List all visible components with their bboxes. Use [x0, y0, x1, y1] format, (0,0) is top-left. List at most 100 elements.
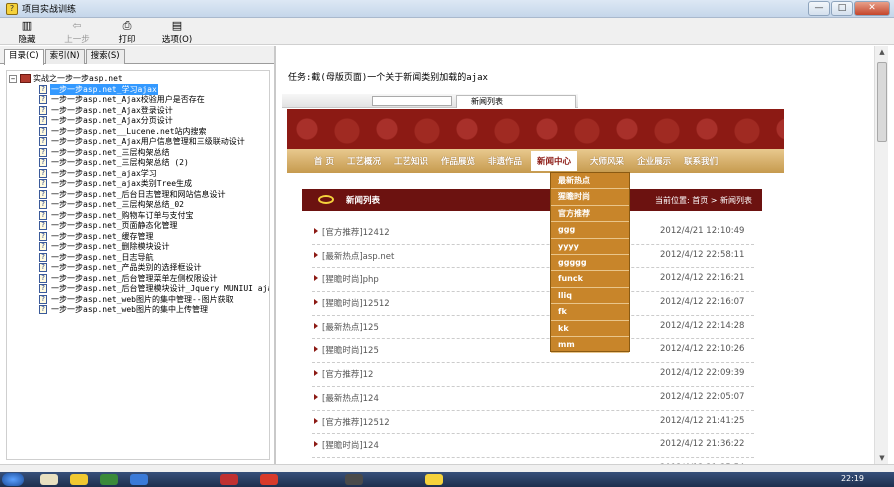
news-row[interactable]: [猩瞻时尚]124 2012/4/12 21:36:22 — [312, 434, 754, 458]
horizontal-scrollbar[interactable] — [0, 464, 894, 472]
news-row[interactable]: [最新热点]asp.net 2012/4/12 22:58:11 — [312, 245, 754, 269]
news-title[interactable]: [猩瞻时尚]124 — [322, 439, 379, 451]
tree-item[interactable]: ? 一步一步asp.net_Ajax分页设计 — [7, 116, 269, 127]
print-button[interactable]: ⎙ 打印 — [110, 18, 144, 46]
dropdown-item[interactable]: ggggg — [551, 255, 629, 272]
news-title[interactable]: [最新热点]124 — [322, 392, 379, 404]
tree-item[interactable]: ? 一步一步asp.net_Ajax登录设计 — [7, 105, 269, 116]
close-button[interactable]: ✕ — [854, 1, 890, 16]
dropdown-item[interactable]: kk — [551, 321, 629, 337]
nav-item[interactable]: 大师风采 — [590, 155, 624, 167]
vertical-scrollbar[interactable]: ▲ ▼ — [874, 46, 888, 464]
news-title[interactable]: [猩瞻时尚]12512 — [322, 297, 390, 309]
tree-item[interactable]: ? 一步一步asp.net_三层构架总结_02 — [7, 200, 269, 211]
taskbar-app-icon[interactable] — [70, 474, 88, 485]
collapse-icon[interactable]: − — [9, 74, 17, 83]
nav-item[interactable]: 工艺概况 — [347, 155, 381, 167]
taskbar-app-icon[interactable] — [100, 474, 118, 485]
help-topic-icon: ? — [39, 105, 47, 115]
nav-item[interactable]: 非遗作品 — [488, 155, 522, 167]
tree-item[interactable]: ? 一步一步asp.net_ajax学习 — [7, 168, 269, 179]
hide-button[interactable]: ▥ 隐藏 — [10, 18, 44, 46]
help-topic-icon: ? — [39, 294, 47, 304]
dropdown-item[interactable]: 最新热点 — [551, 173, 629, 190]
taskbar-app-icon[interactable] — [40, 474, 58, 485]
dropdown-item[interactable]: funck — [551, 271, 629, 288]
address-bar[interactable] — [372, 96, 452, 106]
taskbar-app-icon[interactable] — [425, 474, 443, 485]
tree-item[interactable]: ? 一步一步asp.net_三层构架总结 — [7, 147, 269, 158]
dropdown-item[interactable]: fk — [551, 304, 629, 321]
news-row[interactable]: [最新热点]125 2012/4/12 22:14:28 — [312, 316, 754, 340]
news-title[interactable]: [最新热点]asp.net — [322, 250, 394, 262]
start-button[interactable] — [2, 473, 24, 486]
maximize-button[interactable]: □ — [831, 1, 853, 16]
tree-item[interactable]: ? 一步一步asp.net_后台管理模块设计_Jquery MUNIUI ajax… — [7, 284, 269, 295]
taskbar-app-icon[interactable] — [130, 474, 148, 485]
bullet-arrow-icon — [314, 251, 318, 258]
tree-item[interactable]: ? 一步一步asp.net_ajax类别Tree生成 — [7, 179, 269, 190]
nav-item[interactable]: 工艺知识 — [394, 155, 428, 167]
scroll-down-icon[interactable]: ▼ — [875, 452, 889, 464]
tree-item-label: 一步一步asp.net_Ajax校验用户是否存在 — [51, 95, 205, 105]
news-title[interactable]: [官方推荐]12412 — [322, 226, 390, 238]
tree-item[interactable]: ? 一步一步asp.net_后台管理菜单左侧权限设计 — [7, 273, 269, 284]
tree-item[interactable]: ? 一步一步asp.net_三层构架总结 (2) — [7, 158, 269, 169]
minimize-button[interactable]: — — [808, 1, 830, 16]
taskbar-app-icon[interactable] — [220, 474, 238, 485]
taskbar-app-icon[interactable] — [345, 474, 363, 485]
scroll-thumb[interactable] — [877, 62, 887, 142]
news-row[interactable]: [猩瞻时尚]php 2012/4/12 22:16:21 — [312, 268, 754, 293]
tree-item[interactable]: ? 一步一步asp.net_日志导航 — [7, 252, 269, 263]
tab-search[interactable]: 搜索(S) — [85, 49, 125, 64]
news-row[interactable]: [猩瞻时尚]125 2012/4/12 22:10:26 — [312, 339, 754, 364]
tree-item[interactable]: ? 一步一步asp.net_后台日志管理和网站信息设计 — [7, 189, 269, 200]
nav-item[interactable]: 新闻中心 — [531, 151, 578, 171]
tree-item-label: 一步一步asp.net_产品类别的选择框设计 — [51, 263, 202, 273]
scroll-up-icon[interactable]: ▲ — [875, 46, 889, 58]
nav-item[interactable]: 作品展览 — [441, 155, 475, 167]
options-button[interactable]: ▤ 选项(O) — [160, 18, 194, 46]
tree-item[interactable]: ? 一步一步asp.net_web图片的集中上传管理 — [7, 305, 269, 316]
tree-item[interactable]: ? 一步一步asp.net_购物车订单与支付宝 — [7, 210, 269, 221]
tree-item[interactable]: ? 一步一步asp.net_学习ajax — [7, 83, 269, 95]
news-row[interactable]: [官方推荐]12 2012/4/12 22:09:39 — [312, 363, 754, 387]
news-row[interactable]: [猩瞻时尚]12512 2012/4/12 22:16:07 — [312, 292, 754, 316]
tab-contents[interactable]: 目录(C) — [4, 49, 44, 65]
dropdown-item[interactable]: 官方推荐 — [551, 206, 629, 223]
nav-item[interactable]: 企业展示 — [637, 155, 671, 167]
nav-item[interactable]: 首 页 — [314, 155, 334, 167]
tree-item[interactable]: ? 一步一步asp.net_页面静态化管理 — [7, 221, 269, 232]
news-title[interactable]: [最新热点]125 — [322, 321, 379, 333]
dropdown-item[interactable]: 猩瞻时尚 — [551, 189, 629, 206]
news-title[interactable]: [官方推荐]12 — [322, 368, 373, 380]
dropdown-item[interactable]: mm — [551, 337, 629, 354]
help-topic-icon: ? — [39, 252, 47, 262]
contents-tree: − 实战之一步一步asp.net ? 一步一步asp.net_学习ajax? 一步一… — [6, 70, 270, 460]
news-row[interactable]: [官方推荐]12512 2012/4/12 21:41:25 — [312, 411, 754, 435]
tree-item[interactable]: ? 一步一步asp.net_产品类别的选择框设计 — [7, 263, 269, 274]
tab-index[interactable]: 索引(N) — [44, 49, 85, 64]
nav-item[interactable]: 联系我们 — [684, 155, 718, 167]
dropdown-item[interactable]: ggg — [551, 222, 629, 239]
tree-item[interactable]: ? 一步一步asp.net_Ajax校验用户是否存在 — [7, 95, 269, 106]
taskbar-app-icon[interactable] — [260, 474, 278, 485]
tree-root[interactable]: − 实战之一步一步asp.net — [7, 73, 269, 84]
dropdown-item[interactable]: yyyy — [551, 239, 629, 255]
tree-item[interactable]: ? 一步一步asp.net_web图片的集中管理--图片获取 — [7, 294, 269, 305]
news-title[interactable]: [猩瞻时尚]php — [322, 273, 379, 285]
back-button[interactable]: ⇦ 上一步 — [60, 18, 94, 46]
news-title[interactable]: [猩瞻时尚]125 — [322, 344, 379, 356]
browser-tab[interactable]: 新闻列表 — [456, 95, 576, 108]
tree-item[interactable]: ? 一步一步asp.net_Ajax用户信息管理和三级联动设计 — [7, 137, 269, 148]
news-row[interactable]: [官方推荐]12412 2012/4/21 12:10:49 — [312, 221, 754, 245]
tree-item[interactable]: ? 一步一步asp.net__Lucene.net站内搜索 — [7, 126, 269, 137]
print-label: 打印 — [118, 35, 136, 45]
window-title: 项目实战训练 — [22, 5, 77, 15]
news-row[interactable]: [最新热点]124 2012/4/12 22:05:07 — [312, 387, 754, 411]
dropdown-item[interactable]: lliq — [551, 288, 629, 305]
news-title[interactable]: [官方推荐]12512 — [322, 416, 390, 428]
tree-item[interactable]: ? 一步一步asp.net_缓存管理 — [7, 231, 269, 242]
tree-item[interactable]: ? 一步一步asp.net_删除模块设计 — [7, 242, 269, 253]
site-banner — [287, 109, 784, 149]
